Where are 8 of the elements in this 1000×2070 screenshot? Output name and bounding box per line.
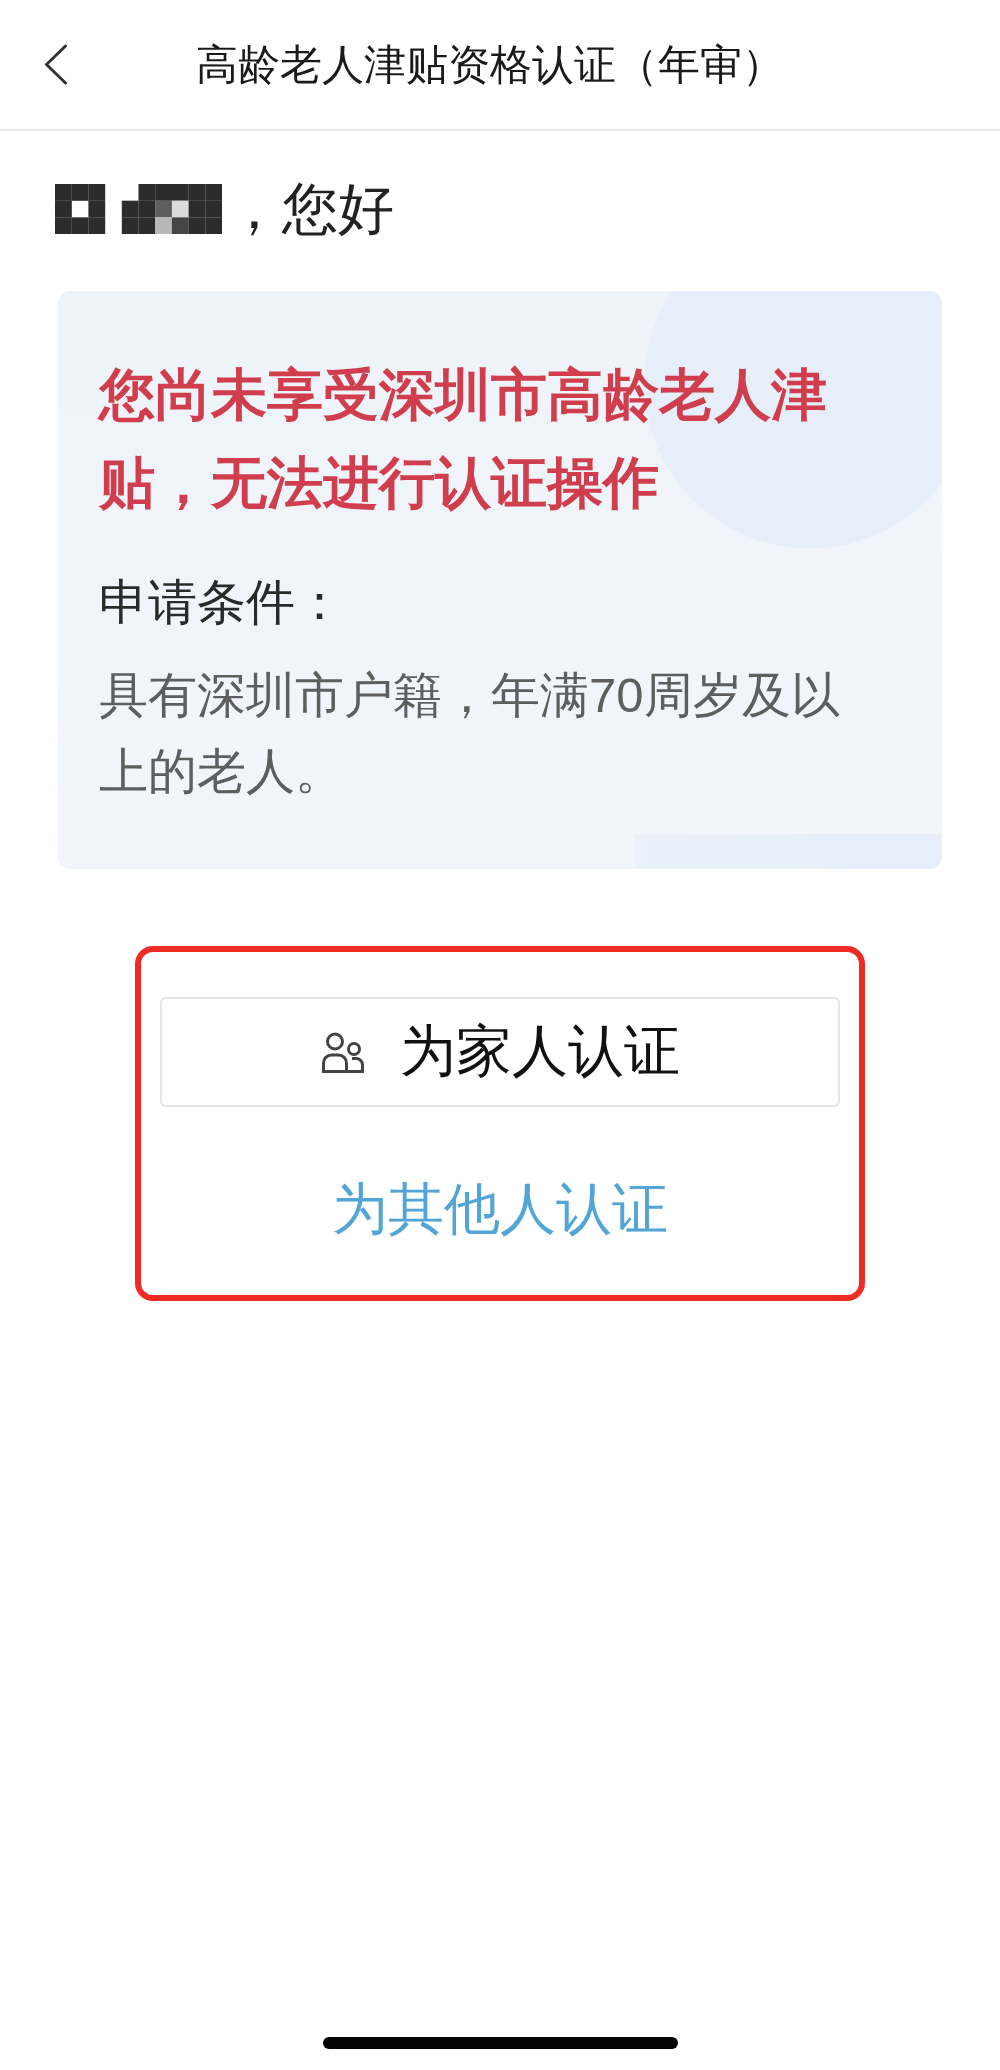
notice-text: 您尚未享受深圳市高龄老人津贴，无法进行认证操作 xyxy=(99,362,828,516)
chevron-left-icon xyxy=(44,44,68,85)
conditions-label: 申请条件： xyxy=(99,574,345,631)
greeting-text: ，您好 xyxy=(226,181,394,237)
people-icon xyxy=(320,1031,365,1073)
verify-family-button[interactable]: 为家人认证 xyxy=(160,997,840,1107)
conditions-text: 具有深圳市户籍，年满70周岁及以上的老人。 xyxy=(99,667,841,800)
page-title: 高龄老人津贴资格认证（年审） xyxy=(196,39,784,90)
